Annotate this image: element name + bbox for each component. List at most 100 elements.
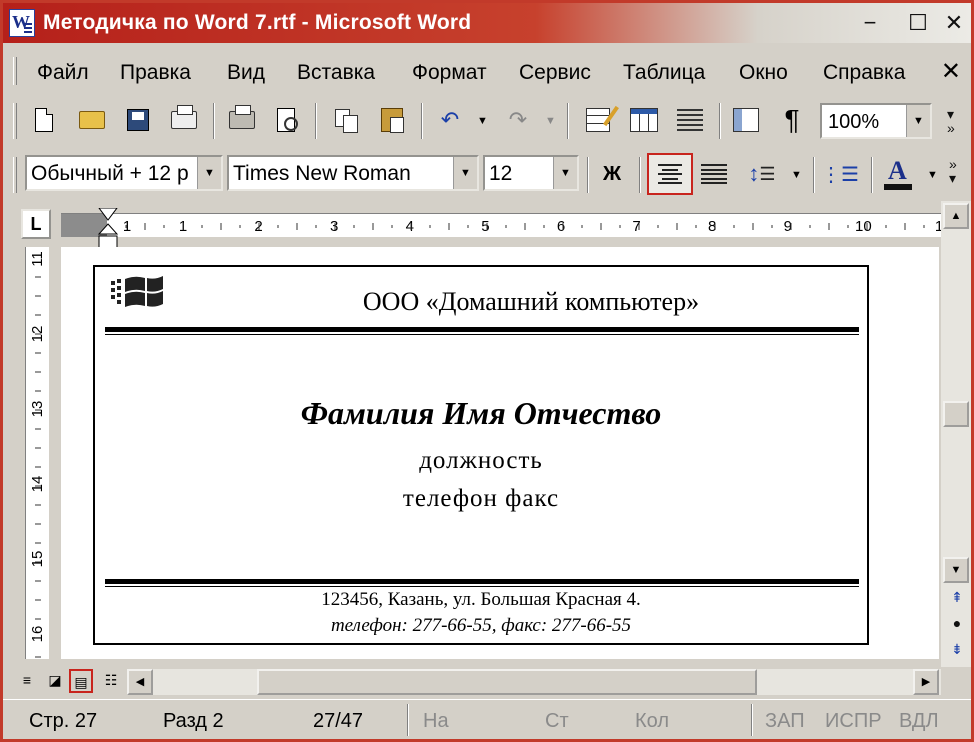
font-color-icon[interactable]: A bbox=[881, 156, 915, 191]
print-icon[interactable] bbox=[225, 103, 259, 137]
new-document-icon[interactable] bbox=[27, 103, 61, 137]
menu-table[interactable]: Таблица bbox=[623, 61, 705, 85]
toolbar-grip[interactable] bbox=[13, 103, 17, 139]
show-hide-icon[interactable]: ¶ bbox=[775, 103, 809, 137]
menu-format[interactable]: Формат bbox=[412, 61, 487, 85]
standard-toolbar: ↶ ▼ ↷ ▼ ¶ 100% ▼ ▾» bbox=[3, 95, 971, 147]
open-icon[interactable] bbox=[75, 103, 109, 137]
chevron-down-icon[interactable]: ▼ bbox=[906, 105, 930, 137]
menu-insert[interactable]: Вставка bbox=[297, 61, 375, 85]
company-name: ООО «Домашний компьютер» bbox=[362, 287, 700, 316]
scroll-left-button[interactable]: ◀ bbox=[127, 669, 153, 695]
menu-view[interactable]: Вид bbox=[227, 61, 265, 85]
line-spacing-icon[interactable]: ↕ ☰ bbox=[745, 157, 779, 191]
horizontal-scrollbar[interactable]: ◀ ▶ bbox=[127, 669, 941, 695]
chevron-down-icon[interactable]: ▼ bbox=[453, 157, 477, 189]
ruler-number: 14 bbox=[29, 476, 46, 493]
ruler-number: 1 bbox=[123, 218, 131, 235]
word-window: W Методичка по Word 7.rtf - Microsoft Wo… bbox=[0, 0, 974, 742]
align-center-button[interactable] bbox=[647, 153, 693, 195]
ruler-ticks: 1123456789101 bbox=[123, 218, 944, 235]
status-pages: 27/47 bbox=[313, 710, 364, 732]
ruler-number: 3 bbox=[330, 218, 338, 235]
toolbar-grip[interactable] bbox=[13, 157, 17, 193]
vertical-scrollbar[interactable]: ▲ ▼ ⇞ ● ⇟ bbox=[941, 201, 971, 667]
chevron-down-icon[interactable]: ▼ bbox=[553, 157, 577, 189]
next-page-icon[interactable]: ⇟ bbox=[947, 639, 967, 659]
menu-bar: Файл Правка Вид Вставка Формат Сервис Та… bbox=[3, 43, 971, 93]
chevron-down-icon[interactable]: ▼ bbox=[197, 157, 221, 189]
bold-button[interactable]: Ж bbox=[595, 157, 629, 191]
vertical-scroll-thumb[interactable] bbox=[943, 401, 969, 427]
line-spacing-dropdown-icon[interactable]: ▼ bbox=[791, 169, 802, 181]
horizontal-ruler-area: L 1123456789101 bbox=[3, 201, 971, 249]
horizontal-scroll-thumb[interactable] bbox=[257, 669, 757, 695]
scroll-down-button[interactable]: ▼ bbox=[943, 557, 969, 583]
normal-view-icon[interactable]: ≡ bbox=[15, 669, 39, 693]
toolbar-separator bbox=[871, 157, 873, 193]
toolbar-separator bbox=[639, 157, 641, 193]
status-track-changes[interactable]: ИСПР bbox=[825, 710, 882, 733]
document-area[interactable]: ООО «Домашний компьютер» Фамилия Имя Отч… bbox=[61, 247, 939, 659]
tab-selector[interactable]: L bbox=[21, 209, 51, 239]
horizontal-ruler[interactable]: 1123456789101 bbox=[61, 208, 945, 249]
justify-button[interactable] bbox=[697, 157, 731, 191]
select-browse-object-icon[interactable]: ● bbox=[947, 613, 967, 633]
status-record-macro[interactable]: ЗАП bbox=[765, 710, 805, 733]
font-select[interactable]: Times New Roman ▼ bbox=[227, 155, 479, 191]
insert-table-icon[interactable] bbox=[627, 103, 661, 137]
menu-grip[interactable] bbox=[13, 57, 17, 85]
mail-recipient-icon[interactable] bbox=[167, 103, 201, 137]
toolbar-options-icon[interactable]: » ▾ bbox=[949, 157, 957, 185]
style-select[interactable]: Обычный + 12 р ▼ bbox=[25, 155, 223, 191]
indent-marker-icon[interactable] bbox=[97, 208, 119, 250]
menu-file[interactable]: Файл bbox=[37, 61, 89, 85]
undo-icon[interactable]: ↶ bbox=[433, 103, 467, 137]
web-layout-icon[interactable]: ◪ bbox=[43, 669, 67, 693]
ruler-number: 10 bbox=[855, 218, 872, 235]
document-map-icon[interactable] bbox=[729, 103, 763, 137]
zoom-select[interactable]: 100% ▼ bbox=[820, 103, 932, 139]
previous-page-icon[interactable]: ⇞ bbox=[947, 587, 967, 607]
maximize-button[interactable]: ☐ bbox=[903, 11, 933, 37]
status-separator bbox=[407, 704, 409, 736]
zoom-value: 100% bbox=[828, 111, 880, 133]
phone-fax-label: телефон факс bbox=[402, 485, 560, 512]
font-color-dropdown-icon[interactable]: ▼ bbox=[927, 169, 938, 181]
undo-dropdown-icon[interactable]: ▼ bbox=[477, 115, 488, 127]
save-icon[interactable] bbox=[121, 103, 155, 137]
ruler-number: 13 bbox=[29, 401, 46, 418]
print-layout-icon[interactable]: ▤ bbox=[69, 669, 93, 693]
status-extend-selection[interactable]: ВДЛ bbox=[899, 710, 939, 733]
status-column: Кол bbox=[635, 710, 670, 732]
menu-window[interactable]: Окно bbox=[739, 61, 788, 85]
scroll-right-button[interactable]: ▶ bbox=[913, 669, 939, 695]
redo-dropdown-icon[interactable]: ▼ bbox=[545, 115, 556, 127]
minimize-button[interactable]: − bbox=[855, 11, 885, 37]
menu-tools[interactable]: Сервис bbox=[519, 61, 591, 85]
vertical-ruler[interactable]: 11 12 13 14 15 16 bbox=[25, 247, 49, 659]
columns-icon[interactable] bbox=[673, 103, 707, 137]
paste-icon[interactable] bbox=[375, 103, 409, 137]
ruler-number: 5 bbox=[481, 218, 489, 235]
numbering-icon[interactable]: ⋮☰ bbox=[821, 157, 859, 191]
title-bar[interactable]: W Методичка по Word 7.rtf - Microsoft Wo… bbox=[3, 3, 971, 43]
tables-and-borders-icon[interactable] bbox=[581, 103, 615, 137]
redo-icon[interactable]: ↷ bbox=[501, 103, 535, 137]
status-at: На bbox=[423, 710, 449, 732]
scroll-up-button[interactable]: ▲ bbox=[943, 203, 969, 229]
menu-help[interactable]: Справка bbox=[823, 61, 905, 85]
menu-edit[interactable]: Правка bbox=[120, 61, 191, 85]
document-close-icon[interactable]: ✕ bbox=[941, 57, 961, 86]
toolbar-options-icon[interactable]: ▾» bbox=[947, 107, 955, 135]
business-card: ООО «Домашний компьютер» Фамилия Имя Отч… bbox=[93, 265, 869, 645]
toolbar-separator bbox=[567, 103, 569, 139]
outline-view-icon[interactable]: ☷ bbox=[99, 669, 123, 693]
close-button[interactable]: ✕ bbox=[939, 11, 969, 37]
word-icon[interactable]: W bbox=[9, 9, 35, 37]
print-preview-icon[interactable] bbox=[269, 103, 303, 137]
copy-icon[interactable] bbox=[329, 103, 363, 137]
address: 123456, Казань, ул. Большая Красная 4. bbox=[321, 589, 641, 610]
status-line: Ст bbox=[545, 710, 569, 732]
font-size-select[interactable]: 12 ▼ bbox=[483, 155, 579, 191]
